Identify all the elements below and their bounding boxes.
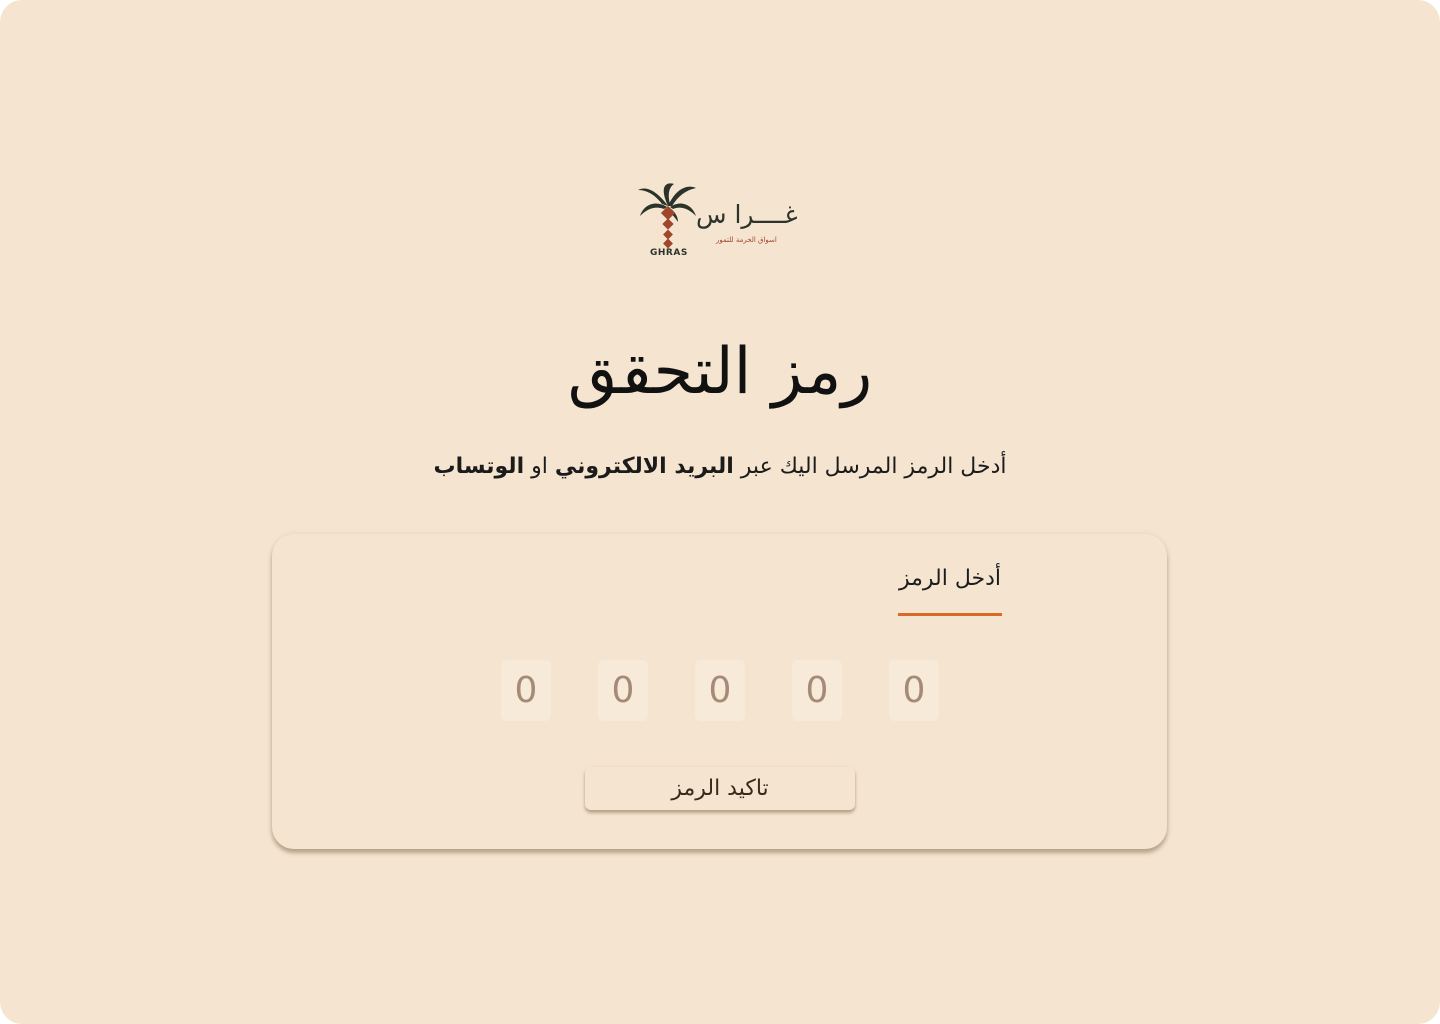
subtitle-whatsapp: الوتساب bbox=[433, 454, 525, 479]
logo-arabic-name: غــــرا س bbox=[696, 200, 798, 229]
logo-english-name: GHRAS bbox=[650, 248, 688, 258]
page-subtitle: أدخل الرمز المرسل اليك عبر البريد الالكت… bbox=[0, 450, 1440, 484]
logo-tagline: اسواق الخرمة للتمور bbox=[716, 236, 777, 244]
tab-active-indicator bbox=[898, 613, 1002, 616]
subtitle-prefix: أدخل الرمز المرسل اليك عبر bbox=[733, 454, 1007, 479]
code-digit-input[interactable]: 0 bbox=[501, 660, 551, 721]
subtitle-connector: او bbox=[524, 454, 555, 479]
tab-enter-code[interactable]: أدخل الرمز bbox=[898, 562, 1002, 596]
subtitle-email: البريد الالكتروني bbox=[554, 454, 734, 479]
verification-card: أدخل الرمز 0 0 0 0 0 تاكيد الرمز bbox=[272, 534, 1167, 849]
page-title: رمز التحقق bbox=[567, 335, 873, 409]
code-digit-input[interactable]: 0 bbox=[598, 660, 648, 721]
code-digit-input[interactable]: 0 bbox=[889, 660, 939, 721]
confirm-code-button[interactable]: تاكيد الرمز bbox=[585, 767, 855, 810]
code-digit-input[interactable]: 0 bbox=[792, 660, 842, 721]
ghras-logo: غــــرا س اسواق الخرمة للتمور GHRAS bbox=[634, 180, 804, 264]
code-digit-input[interactable]: 0 bbox=[695, 660, 745, 721]
verification-page: غــــرا س اسواق الخرمة للتمور GHRAS رمز … bbox=[0, 0, 1440, 1024]
